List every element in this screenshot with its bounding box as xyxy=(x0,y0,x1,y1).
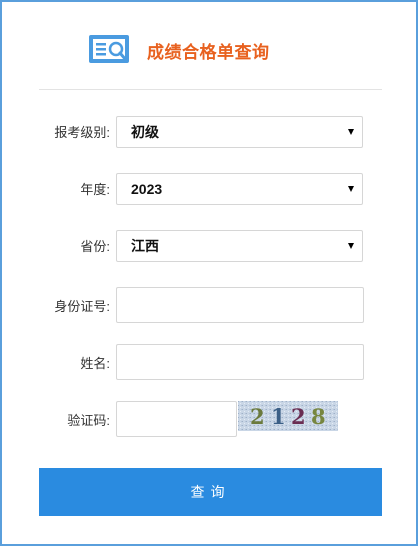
id-number-label: 身份证号: xyxy=(54,299,110,314)
id-number-field[interactable] xyxy=(116,287,364,323)
level-select-value: 初级 xyxy=(131,124,159,140)
province-row: 省份: 江西 xyxy=(2,230,418,264)
year-select[interactable]: 2023 xyxy=(116,173,363,205)
chevron-down-icon xyxy=(348,186,354,192)
year-select-value: 2023 xyxy=(131,181,163,197)
captcha-char: 8 xyxy=(311,404,326,429)
id-number-row: 身份证号: xyxy=(2,287,418,323)
year-row: 年度: 2023 xyxy=(2,173,418,207)
header-divider xyxy=(39,89,382,90)
captcha-char: 2 xyxy=(250,404,265,429)
province-select-value: 江西 xyxy=(131,238,159,254)
province-label: 省份: xyxy=(80,239,110,254)
level-label: 报考级别: xyxy=(54,125,110,140)
page-title: 成绩合格单查询 xyxy=(147,42,270,62)
captcha-char: 2 xyxy=(291,404,306,429)
captcha-row: 验证码: 2 1 2 8 xyxy=(2,401,418,437)
search-document-icon xyxy=(89,35,129,63)
captcha-label: 验证码: xyxy=(67,413,110,428)
query-panel: 成绩合格单查询 报考级别: 初级 年度: 2023 省份: 江西 身份证号: 姓… xyxy=(0,0,418,546)
chevron-down-icon xyxy=(348,243,354,249)
name-row: 姓名: xyxy=(2,344,418,380)
captcha-image[interactable]: 2 1 2 8 xyxy=(238,401,338,431)
header: 成绩合格单查询 xyxy=(88,32,348,68)
name-label: 姓名: xyxy=(80,356,110,371)
level-select[interactable]: 初级 xyxy=(116,116,363,148)
name-field[interactable] xyxy=(116,344,364,380)
province-select[interactable]: 江西 xyxy=(116,230,363,262)
captcha-char: 1 xyxy=(271,404,286,429)
year-label: 年度: xyxy=(80,182,110,197)
chevron-down-icon xyxy=(348,129,354,135)
captcha-field[interactable] xyxy=(116,401,237,437)
submit-button[interactable]: 查询 xyxy=(39,468,382,516)
level-row: 报考级别: 初级 xyxy=(2,116,418,150)
